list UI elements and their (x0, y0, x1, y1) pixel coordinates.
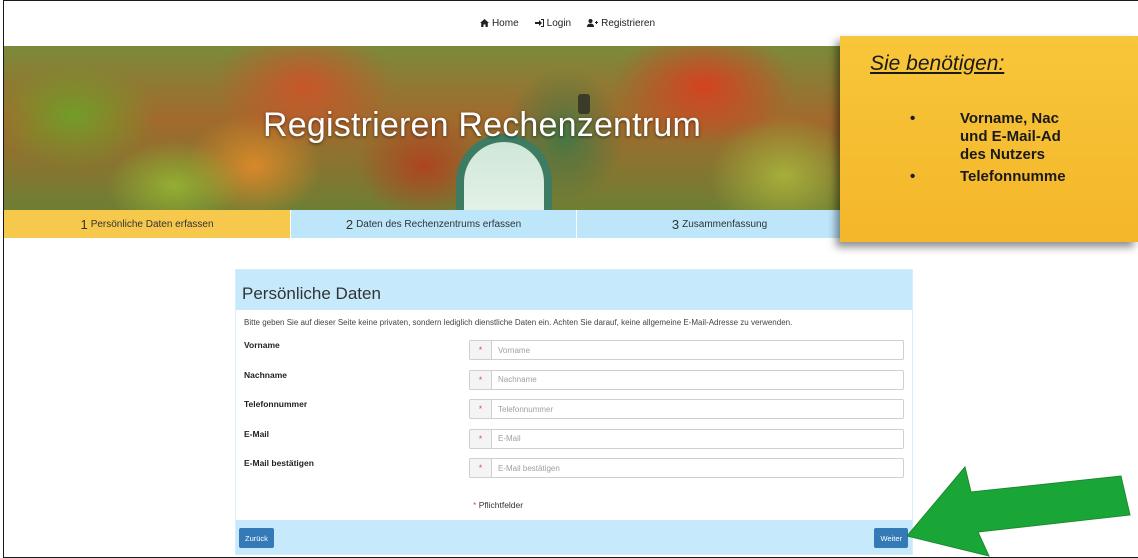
step-3-number: 3 (671, 216, 680, 232)
note-item-line: Telefonnumme (960, 168, 1066, 185)
step-3[interactable]: 3 Zusammenfassung (576, 210, 862, 238)
form-row-telefon: Telefonnummer * (236, 393, 912, 423)
nachname-input[interactable] (492, 370, 903, 389)
panel-description: Bitte geben Sie auf dieser Seite keine p… (244, 318, 793, 327)
required-indicator: * (470, 341, 492, 359)
required-indicator: * (470, 400, 492, 418)
user-plus-icon (587, 19, 599, 27)
note-item-line: Vorname, Nac (960, 110, 1059, 127)
nav-home-label: Home (491, 17, 519, 29)
note-list: Vorname, Nac und E-Mail-Ad des Nutzers T… (910, 110, 1138, 190)
form-row-nachname: Nachname * (236, 364, 912, 394)
required-star: * (473, 500, 477, 510)
step-2-number: 2 (345, 216, 354, 232)
form-row-vorname: Vorname * (236, 334, 912, 364)
nav-login-label: Login (546, 17, 572, 29)
email-confirm-label: E-Mail bestätigen (244, 458, 314, 468)
nav-register[interactable]: Registrieren (587, 18, 655, 29)
email-confirm-input[interactable] (492, 459, 903, 477)
note-item-line: und E-Mail-Ad (960, 128, 1061, 145)
vorname-input[interactable] (492, 341, 903, 359)
required-fields-label: Pflichtfelder (478, 500, 524, 510)
panel-footer: Zurück Weiter (236, 520, 912, 554)
step-3-label: Zusammenfassung (682, 218, 768, 230)
back-button[interactable]: Zurück (239, 528, 274, 548)
vorname-field: * (469, 340, 904, 360)
annotation-arrow-icon (906, 465, 1131, 557)
required-indicator: * (470, 459, 492, 477)
form-row-email-confirm: E-Mail bestätigen * (236, 452, 912, 482)
next-button[interactable]: Weiter (874, 528, 908, 548)
email-label: E-Mail (244, 428, 270, 439)
note-item-line: des Nutzers (960, 146, 1046, 163)
hero-arch-image (456, 134, 552, 210)
nachname-label: Nachname (244, 369, 287, 380)
email-confirm-field: * (469, 458, 904, 478)
home-icon (479, 19, 489, 27)
nachname-field: * (469, 369, 904, 390)
step-1-number: 1 (80, 216, 88, 232)
nav-register-label: Registrieren (601, 17, 656, 29)
panel-heading: Persönliche Daten (236, 270, 912, 310)
form-row-email: E-Mail * (236, 423, 912, 453)
vorname-label: Vorname (244, 340, 280, 350)
telefonnummer-field: * (469, 399, 904, 419)
hero-title: Registrieren Rechenzentrum (263, 106, 701, 144)
step-2-label: Daten des Rechenzentrums erfassen (356, 218, 522, 230)
email-input[interactable] (492, 429, 903, 448)
step-2[interactable]: 2 Daten des Rechenzentrums erfassen (290, 210, 576, 238)
required-fields-note: * Pflichtfelder (473, 500, 523, 510)
step-1[interactable]: 1 Persönliche Daten erfassen (4, 210, 290, 238)
telefonnummer-label: Telefonnummer (244, 399, 308, 409)
sign-in-icon (534, 19, 544, 27)
personal-data-panel: Persönliche Daten Bitte geben Sie auf di… (235, 269, 913, 555)
nav-home[interactable]: Home (479, 17, 519, 29)
required-indicator: * (470, 429, 492, 448)
note-title: Sie benötigen: (870, 52, 1005, 75)
step-1-label: Persönliche Daten erfassen (90, 218, 214, 230)
nav-login[interactable]: Login (534, 17, 572, 29)
note-item-names-email: Vorname, Nac und E-Mail-Ad des Nutzers (910, 110, 1138, 164)
note-item-phone: Telefonnumme (910, 168, 1138, 186)
required-indicator: * (470, 370, 492, 389)
callout-note: Sie benötigen: Vorname, Nac und E-Mail-A… (840, 36, 1138, 242)
telefonnummer-input[interactable] (492, 400, 903, 418)
email-field: * (469, 428, 904, 449)
